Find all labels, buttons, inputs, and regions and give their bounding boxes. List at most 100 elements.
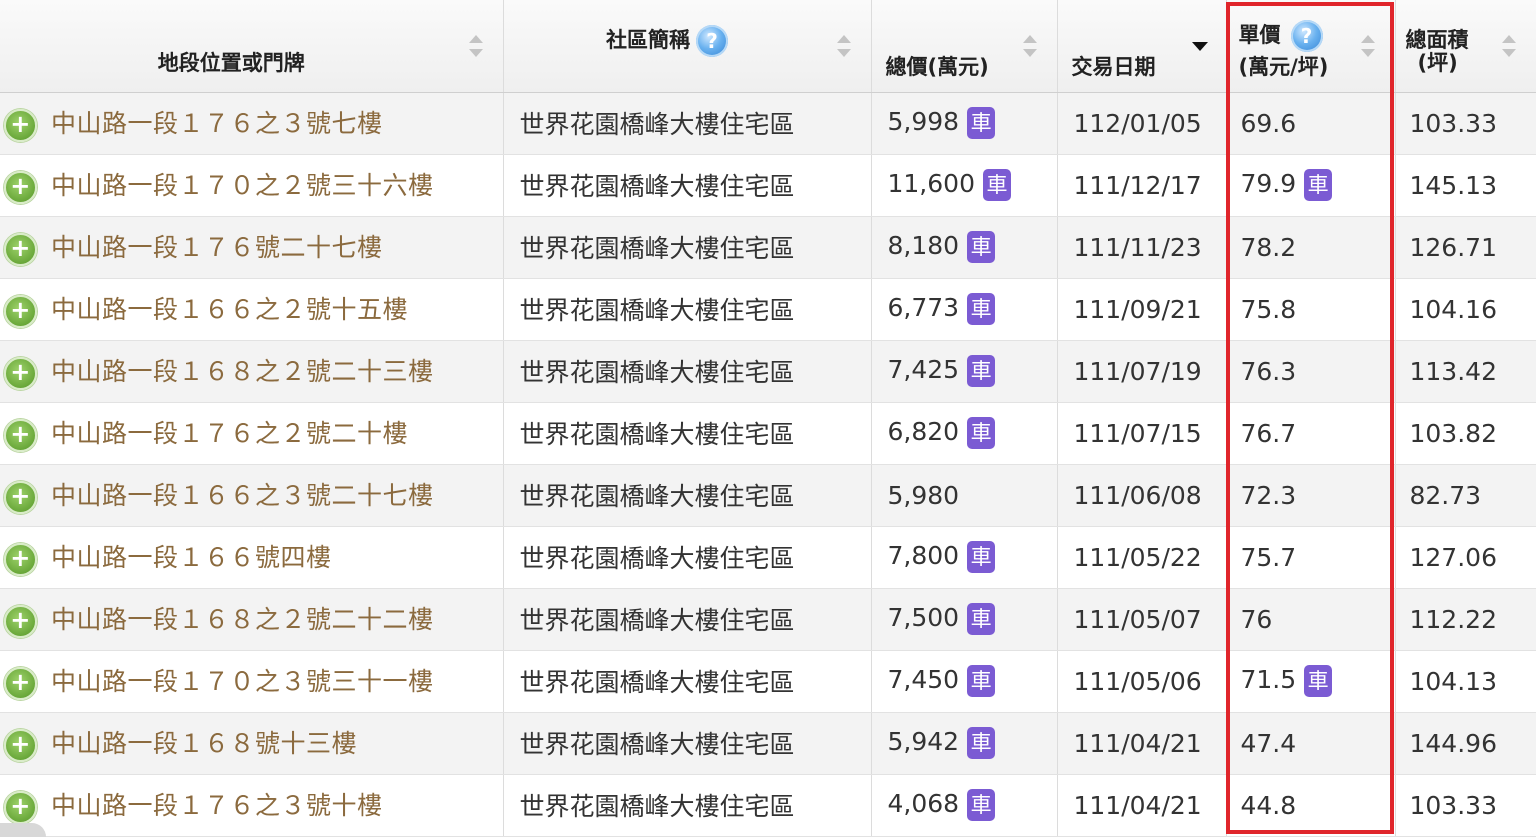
car-badge-icon[interactable]: 車 [967,355,996,387]
address-cell[interactable]: + 中山路一段１７６之２號二十樓 [0,402,504,465]
car-badge-icon[interactable]: 車 [967,603,996,635]
plus-circle-icon[interactable]: + [4,418,37,452]
trade-date-value: 111/05/06 [1073,666,1202,696]
table-row[interactable]: + 中山路一段１６８號十三樓 世界花園橋峰大樓住宅區 5,942 車 111/04/… [0,712,1536,775]
table-row[interactable]: + 中山路一段１７０之３號三十一樓 世界花園橋峰大樓住宅區 7,450 車 111/… [0,650,1536,713]
plus-circle-icon[interactable]: + [4,790,37,824]
address-cell[interactable]: + 中山路一段１７０之３號三十一樓 [0,650,504,713]
total-price-cell: 4,068 車 [871,774,1058,837]
table-row[interactable]: + 中山路一段１７０之２號三十六樓 世界花園橋峰大樓住宅區 11,600 車 111… [0,154,1536,217]
address-cell[interactable]: + 中山路一段１６６之２號十五樓 [0,278,504,341]
area-cell: 145.13 [1395,154,1536,217]
address-cell[interactable]: + 中山路一段１６８之２號二十二樓 [0,588,504,651]
help-icon[interactable]: ? [1290,20,1323,53]
address-cell[interactable]: + 中山路一段１７６號二十七樓 [0,216,504,279]
address-link[interactable]: 中山路一段１７６之３號十樓 [51,791,383,820]
car-badge-icon[interactable]: 車 [967,541,996,573]
header-unit-price[interactable]: 單價? (萬元/坪) [1226,0,1396,93]
plus-circle-icon[interactable]: + [4,232,37,266]
address-cell[interactable]: + 中山路一段１７６之３號七樓 [0,92,504,155]
trade-date-cell: 112/01/05 [1057,92,1227,155]
table-row[interactable]: + 中山路一段１７６之３號七樓 世界花園橋峰大樓住宅區 5,998 車 112/01… [0,92,1536,155]
header-address[interactable]: 地段位置或門牌 [0,0,504,93]
car-badge-icon[interactable]: 車 [1304,169,1333,201]
community-cell: 世界花園橋峰大樓住宅區 [503,92,872,155]
address-cell[interactable]: + 中山路一段１７６之３號十樓 [0,774,504,837]
address-cell[interactable]: + 中山路一段１６８之２號二十三樓 [0,340,504,403]
help-icon[interactable]: ? [696,24,728,57]
trade-date-cell: 111/12/17 [1057,154,1227,217]
address-link[interactable]: 中山路一段１６８之２號二十三樓 [51,357,434,386]
table-row[interactable]: + 中山路一段１７６之３號十樓 世界花園橋峰大樓住宅區 4,068 車 111/04… [0,774,1536,837]
table-row[interactable]: + 中山路一段１６６之２號十五樓 世界花園橋峰大樓住宅區 6,773 車 111/0… [0,278,1536,341]
car-badge-icon[interactable]: 車 [982,169,1011,201]
address-link[interactable]: 中山路一段１６８號十三樓 [51,729,357,758]
unit-price-value: 69.6 [1240,108,1297,138]
plus-circle-icon[interactable]: + [4,480,37,514]
plus-circle-icon[interactable]: + [4,542,37,576]
car-badge-icon[interactable]: 車 [967,231,996,263]
header-area[interactable]: 總面積 (坪) [1395,0,1536,93]
community-name: 世界花園橋峰大樓住宅區 [519,668,795,697]
table-row[interactable]: + 中山路一段１６８之２號二十三樓 世界花園橋峰大樓住宅區 7,425 車 111/… [0,340,1536,403]
table-row[interactable]: + 中山路一段１６６之３號二十七樓 世界花園橋峰大樓住宅區 5,980 111/0… [0,464,1536,527]
plus-circle-icon[interactable]: + [4,666,37,700]
header-trade-date[interactable]: 交易日期 [1057,0,1227,93]
sort-arrows-icon[interactable] [1022,34,1037,57]
corner-scroll-tab[interactable] [0,823,46,837]
address-link[interactable]: 中山路一段１７０之２號三十六樓 [51,171,434,200]
address-cell[interactable]: + 中山路一段１６８號十三樓 [0,712,504,775]
car-badge-icon[interactable]: 車 [967,665,996,697]
community-cell: 世界花園橋峰大樓住宅區 [503,402,872,465]
header-community[interactable]: 社區簡稱? [503,0,872,93]
sort-arrows-icon[interactable] [1501,34,1516,57]
table-row[interactable]: + 中山路一段１６８之２號二十二樓 世界花園橋峰大樓住宅區 7,500 車 111/… [0,588,1536,651]
address-link[interactable]: 中山路一段１７０之３號三十一樓 [51,667,434,696]
table-row[interactable]: + 中山路一段１６６號四樓 世界花園橋峰大樓住宅區 7,800 車 111/05/2… [0,526,1536,589]
sort-descending-icon[interactable] [1191,35,1208,57]
address-cell[interactable]: + 中山路一段１６６之３號二十七樓 [0,464,504,527]
area-value: 112.22 [1409,604,1497,634]
community-cell: 世界花園橋峰大樓住宅區 [503,526,872,589]
plus-circle-icon[interactable]: + [4,108,37,142]
trade-date-cell: 111/07/19 [1057,340,1227,403]
sort-arrows-icon[interactable] [1360,34,1375,57]
header-total-price-label: 總價(萬元) [885,55,989,80]
address-link[interactable]: 中山路一段１６８之２號二十二樓 [51,605,434,634]
address-link[interactable]: 中山路一段１７６之３號七樓 [51,109,383,138]
car-badge-icon[interactable]: 車 [967,417,996,449]
area-cell: 113.42 [1395,340,1536,403]
address-link[interactable]: 中山路一段１７６號二十七樓 [51,233,383,262]
unit-price-value: 76 [1240,604,1273,634]
sort-arrows-icon[interactable] [468,34,483,57]
car-badge-icon[interactable]: 車 [967,107,996,139]
address-cell[interactable]: + 中山路一段１７０之２號三十六樓 [0,154,504,217]
plus-circle-icon[interactable]: + [4,170,37,204]
address-cell[interactable]: + 中山路一段１６６號四樓 [0,526,504,589]
unit-price-cell: 47.4 [1226,712,1396,775]
table-row[interactable]: + 中山路一段１７６號二十七樓 世界花園橋峰大樓住宅區 8,180 車 111/11… [0,216,1536,279]
address-link[interactable]: 中山路一段１７６之２號二十樓 [51,419,408,448]
table-row[interactable]: + 中山路一段１７６之２號二十樓 世界花園橋峰大樓住宅區 6,820 車 111/0… [0,402,1536,465]
header-area-label: 總面積 [1405,28,1469,53]
unit-price-value: 44.8 [1240,790,1297,820]
plus-circle-icon[interactable]: + [4,728,37,762]
address-link[interactable]: 中山路一段１６６之３號二十七樓 [51,481,434,510]
plus-circle-icon[interactable]: + [4,604,37,638]
unit-price-value: 79.9 [1240,169,1297,198]
address-link[interactable]: 中山路一段１６６號四樓 [51,543,332,572]
plus-circle-icon[interactable]: + [4,356,37,390]
unit-price-cell: 75.8 [1226,278,1396,341]
sort-arrows-icon[interactable] [836,34,851,57]
car-badge-icon[interactable]: 車 [967,789,996,821]
address-link[interactable]: 中山路一段１６６之２號十五樓 [51,295,408,324]
car-badge-icon[interactable]: 車 [1304,665,1333,697]
plus-circle-icon[interactable]: + [4,294,37,328]
community-name: 世界花園橋峰大樓住宅區 [519,358,795,387]
trade-date-cell: 111/07/15 [1057,402,1227,465]
total-price-cell: 5,998 車 [871,92,1058,155]
car-badge-icon[interactable]: 車 [967,727,996,759]
header-total-price[interactable]: 總價(萬元) [871,0,1058,93]
car-badge-icon[interactable]: 車 [967,293,996,325]
total-price-value: 5,942 [887,727,960,756]
